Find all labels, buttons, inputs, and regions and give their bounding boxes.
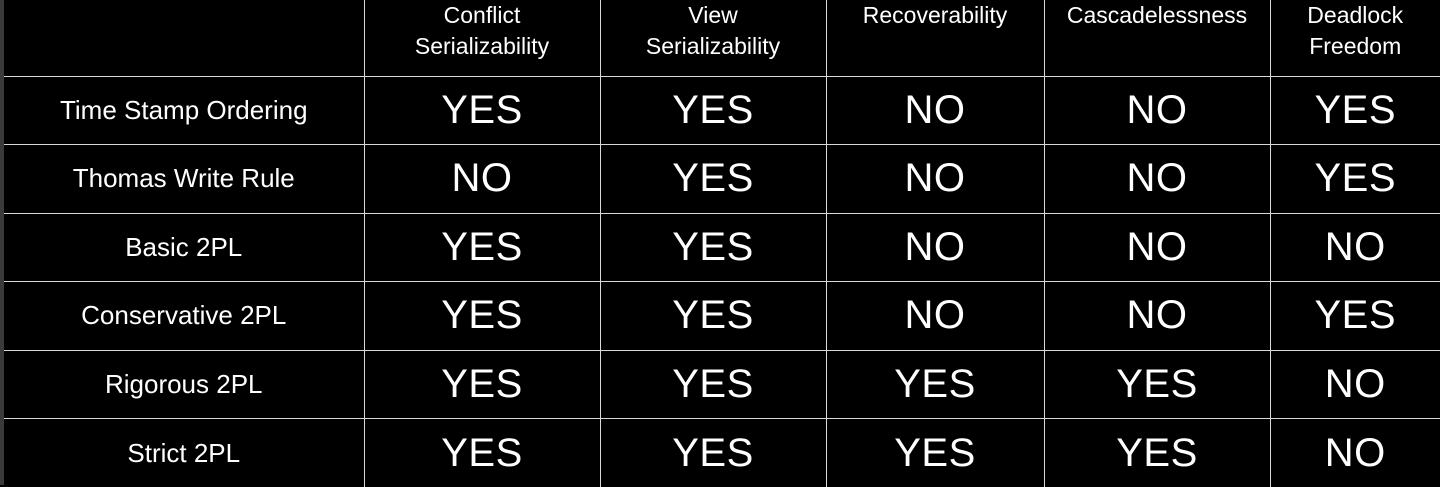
column-header: View Serializability xyxy=(600,0,826,76)
value-cell: YES xyxy=(1044,350,1270,419)
value-cell: YES xyxy=(364,350,600,419)
table-row: Conservative 2PL YES YES NO NO YES xyxy=(4,282,1440,351)
value-cell: YES xyxy=(600,419,826,487)
row-label: Strict 2PL xyxy=(4,419,364,487)
column-header: Recoverability xyxy=(826,0,1044,76)
value-cell: YES xyxy=(826,350,1044,419)
column-header-line: Freedom xyxy=(1271,31,1440,62)
value-cell: YES xyxy=(826,419,1044,487)
table-row: Time Stamp Ordering YES YES NO NO YES xyxy=(4,76,1440,145)
column-header-line: Serializability xyxy=(601,31,826,62)
header-row: Conflict Serializability View Serializab… xyxy=(4,0,1440,76)
value-cell: NO xyxy=(364,145,600,214)
value-cell: NO xyxy=(1270,350,1440,419)
value-cell: YES xyxy=(1270,76,1440,145)
table-row: Basic 2PL YES YES NO NO NO xyxy=(4,213,1440,282)
value-cell: NO xyxy=(1044,145,1270,214)
value-cell: YES xyxy=(1270,282,1440,351)
table-row: Strict 2PL YES YES YES YES NO xyxy=(4,419,1440,487)
value-cell: YES xyxy=(364,419,600,487)
column-header-line: Conflict xyxy=(365,0,600,31)
value-cell: NO xyxy=(826,76,1044,145)
column-header: Deadlock Freedom xyxy=(1270,0,1440,76)
column-header: Cascadelessness xyxy=(1044,0,1270,76)
column-header-line: Serializability xyxy=(365,31,600,62)
value-cell: YES xyxy=(1270,145,1440,214)
slide: Conflict Serializability View Serializab… xyxy=(0,0,1440,485)
column-header: Conflict Serializability xyxy=(364,0,600,76)
value-cell: YES xyxy=(364,282,600,351)
column-header-line: Cascadelessness xyxy=(1045,0,1270,31)
value-cell: NO xyxy=(1044,76,1270,145)
value-cell: YES xyxy=(364,76,600,145)
value-cell: NO xyxy=(1044,282,1270,351)
value-cell: YES xyxy=(364,213,600,282)
row-label: Rigorous 2PL xyxy=(4,350,364,419)
row-label: Thomas Write Rule xyxy=(4,145,364,214)
value-cell: YES xyxy=(600,350,826,419)
value-cell: YES xyxy=(1044,419,1270,487)
value-cell: NO xyxy=(826,282,1044,351)
corner-cell xyxy=(4,0,364,76)
column-header-line: View xyxy=(601,0,826,31)
value-cell: YES xyxy=(600,213,826,282)
column-header-line: Deadlock xyxy=(1271,0,1440,31)
table-row: Rigorous 2PL YES YES YES YES NO xyxy=(4,350,1440,419)
value-cell: NO xyxy=(1044,213,1270,282)
value-cell: YES xyxy=(600,282,826,351)
value-cell: YES xyxy=(600,145,826,214)
value-cell: NO xyxy=(826,213,1044,282)
value-cell: YES xyxy=(600,76,826,145)
value-cell: NO xyxy=(1270,419,1440,487)
row-label: Time Stamp Ordering xyxy=(4,76,364,145)
value-cell: NO xyxy=(826,145,1044,214)
table-row: Thomas Write Rule NO YES NO NO YES xyxy=(4,145,1440,214)
row-label: Conservative 2PL xyxy=(4,282,364,351)
value-cell: NO xyxy=(1270,213,1440,282)
column-header-line: Recoverability xyxy=(827,0,1044,31)
comparison-table: Conflict Serializability View Serializab… xyxy=(4,0,1440,487)
row-label: Basic 2PL xyxy=(4,213,364,282)
